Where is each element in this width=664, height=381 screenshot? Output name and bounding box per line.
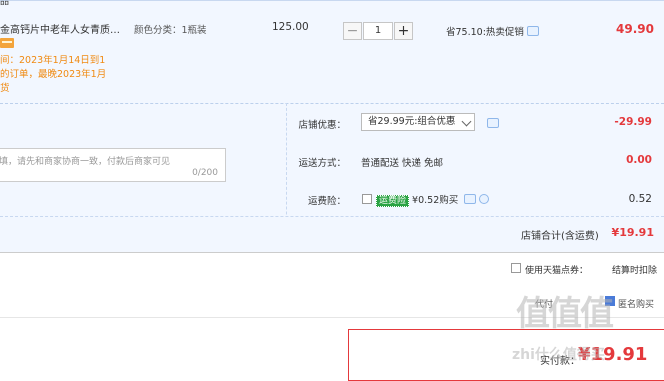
insurance-option: 运费险 ¥0.52购买: [376, 192, 490, 207]
qty-plus-button[interactable]: +: [394, 22, 413, 40]
chevron-down-icon: [461, 116, 472, 127]
shop-total-label: 店铺合计(含运费): [521, 231, 599, 242]
shop-discount-label: 店铺优惠：: [298, 120, 346, 131]
shop-total-value: ¥19.91: [611, 226, 654, 239]
product-sku: 颜色分类：1瓶装: [134, 25, 207, 36]
buyer-memo-field[interactable]: 填，请先和商家协商一致，付款后商家可见 0/200: [0, 148, 226, 182]
credit-card-icon: [0, 38, 14, 48]
tmall-points-checkbox[interactable]: [511, 263, 521, 273]
delivery-info-1: 间：2023年1月14日到1: [0, 55, 106, 66]
insurance-price: ¥0.52购买: [412, 195, 459, 206]
help-icon[interactable]: [479, 194, 490, 204]
insurance-cost: 0.52: [628, 193, 652, 205]
item-total-price: 49.90: [616, 22, 654, 36]
unit-price: 125.00: [272, 21, 309, 33]
shipping-method: 普通配送 快递 免邮: [361, 158, 444, 169]
insurance-tag: 运费险: [376, 195, 410, 207]
shipping-cost: 0.00: [626, 154, 652, 166]
qty-input[interactable]: 1: [363, 22, 393, 40]
memo-placeholder: 填，请先和商家协商一致，付款后商家可见: [0, 157, 171, 167]
message-icon[interactable]: [487, 118, 499, 128]
divider: [0, 252, 664, 253]
insurance-checkbox[interactable]: [362, 194, 372, 204]
settle-deduct-text: 结算时扣除: [612, 266, 658, 276]
shop-discount-value: -29.99: [614, 116, 652, 128]
delivery-info-3: 货: [0, 83, 10, 94]
insurance-label: 运费险：: [307, 196, 346, 207]
section-title: 品: [0, 0, 10, 7]
shop-discount-selected: 省29.99元:组合优惠: [368, 116, 456, 127]
info-icon[interactable]: [464, 194, 477, 204]
product-name-link[interactable]: 金高钙片中老年人女青质…: [0, 21, 120, 36]
anonymous-label: 匿名购买: [618, 300, 655, 310]
shop-discount-select[interactable]: 省29.99元:组合优惠: [361, 113, 475, 131]
tmall-points-label: 使用天猫点券：: [525, 266, 589, 276]
qty-minus-button[interactable]: −: [343, 22, 362, 40]
memo-char-count: 0/200: [192, 168, 218, 178]
promo-info: 省75.10:热卖促销: [446, 24, 539, 38]
chat-icon[interactable]: [526, 26, 539, 36]
watermark-logo: 值值值: [516, 294, 614, 334]
delivery-info-2: 的订单，最晚2023年1月: [0, 69, 107, 80]
watermark-site: zhi什么值得买: [512, 347, 605, 363]
shipping-label: 运送方式：: [298, 158, 346, 169]
promo-text: 省75.10:热卖促销: [446, 27, 524, 38]
